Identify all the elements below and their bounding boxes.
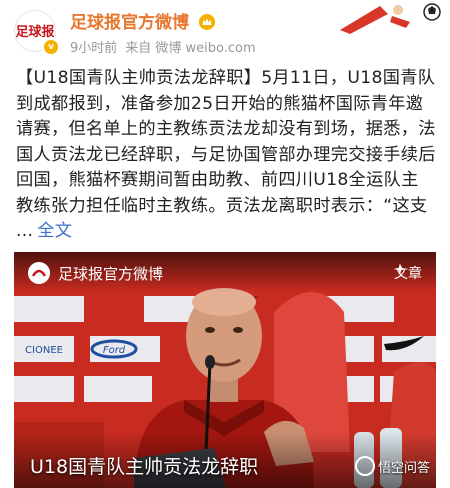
- full-text-link[interactable]: 全文: [37, 221, 72, 241]
- article-caption: U18国青队主帅贡法龙辞职: [30, 456, 259, 478]
- post-text: 【U18国青队主帅贡法龙辞职】5月11日，U18国青队到成都报到，准备参加25日…: [16, 68, 436, 241]
- post-body: 【U18国青队主帅贡法龙辞职】5月11日，U18国青队到成都报到，准备参加25日…: [16, 66, 436, 245]
- article-tag: 文章: [394, 263, 422, 283]
- verified-badge-icon: v: [42, 38, 60, 56]
- member-crown-icon: [198, 14, 215, 30]
- account-name-text[interactable]: 足球报官方微博: [70, 13, 189, 33]
- card-account-logo-icon: [28, 262, 50, 284]
- account-name[interactable]: 足球报官方微博: [70, 8, 215, 33]
- card-account-name: 足球报官方微博: [58, 265, 164, 283]
- header-decoration-icon: [340, 3, 441, 34]
- post-time: 9小时前: [70, 41, 118, 56]
- post-meta: 9小时前 来自 微博 weibo.com: [70, 37, 256, 56]
- sponsor-ford: Ford: [103, 345, 126, 356]
- article-sparkle-icon: [394, 263, 406, 275]
- post-header: 足球报 v 足球报官方微博 9小时前 来自 微博 weibo.com: [0, 0, 450, 64]
- watermark-bubble-icon: [354, 456, 375, 476]
- article-card[interactable]: Ford CIONEE 足球报官方微博 文章 U18国青队主帅贡法龙辞职 悟空问…: [14, 252, 436, 488]
- watermark-text: 悟空问答: [377, 461, 430, 476]
- watermark: 悟空问答: [354, 456, 430, 476]
- sponsor-cionee: CIONEE: [25, 345, 63, 356]
- post-source: 来自 微博 weibo.com: [125, 41, 256, 56]
